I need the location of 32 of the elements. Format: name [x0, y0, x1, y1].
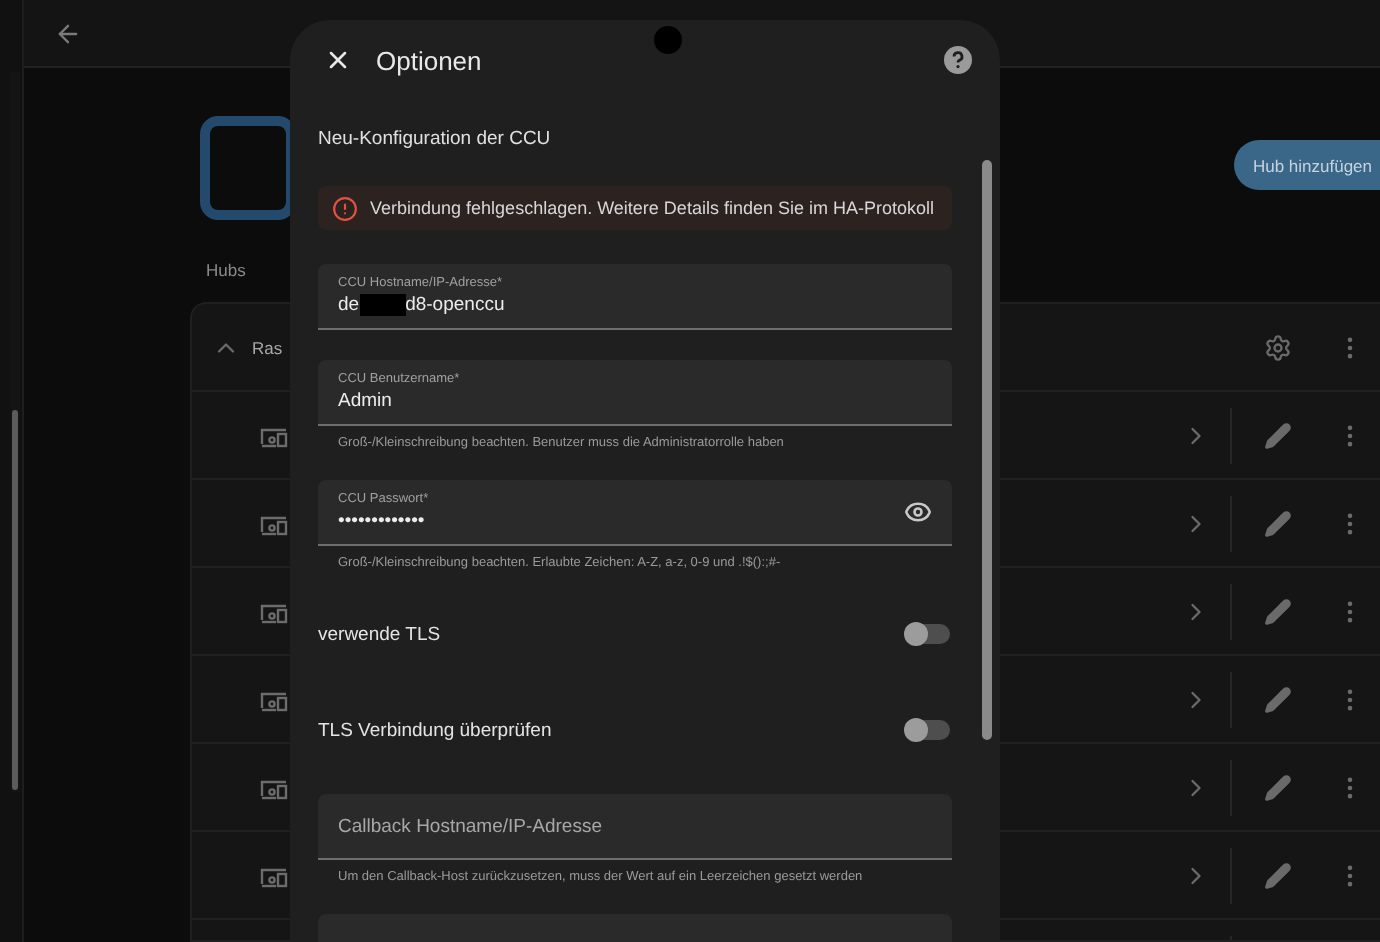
toggle-switch[interactable] — [906, 624, 950, 644]
scrollbar-thumb[interactable] — [982, 160, 992, 740]
toggle-switch[interactable] — [906, 720, 950, 740]
device-icon — [260, 863, 288, 887]
logo-icon — [200, 116, 296, 220]
pencil-icon[interactable] — [1264, 685, 1292, 713]
device-icon — [260, 511, 288, 535]
device-icon — [260, 423, 288, 447]
pencil-icon[interactable] — [1264, 861, 1292, 889]
error-alert: Verbindung fehlgeschlagen. Weitere Details finden Sie im HA-Protokoll — [318, 186, 952, 230]
eye-icon[interactable] — [904, 498, 932, 526]
dialog-title: Optionen — [376, 45, 484, 75]
settings-icon[interactable] — [1264, 333, 1292, 361]
input-field[interactable]: Callback Hostname/IP-Adresse — [318, 794, 952, 860]
hub-name: Ras — [252, 337, 283, 357]
pencil-icon[interactable] — [1264, 509, 1292, 537]
device-icon — [260, 687, 288, 711]
section-label: Hubs — [206, 260, 246, 282]
scrollbar-thumb[interactable] — [12, 410, 18, 790]
pencil-icon[interactable] — [1264, 421, 1292, 449]
add-hub-button[interactable]: Hub hinzufügen — [1234, 140, 1380, 190]
device-icon — [260, 775, 288, 799]
dialog-heading: Neu-Konfiguration der CCU — [318, 126, 553, 154]
pencil-icon[interactable] — [1264, 597, 1292, 625]
alert-icon — [332, 195, 358, 221]
device-icon — [260, 599, 288, 623]
toggle-label: verwende TLS — [318, 623, 441, 645]
close-icon[interactable] — [324, 46, 352, 74]
toggle-label: TLS Verbindung überprüfen — [318, 719, 552, 741]
pencil-icon[interactable] — [1264, 773, 1292, 801]
camera-notch — [654, 26, 682, 54]
help-icon[interactable] — [944, 46, 972, 74]
